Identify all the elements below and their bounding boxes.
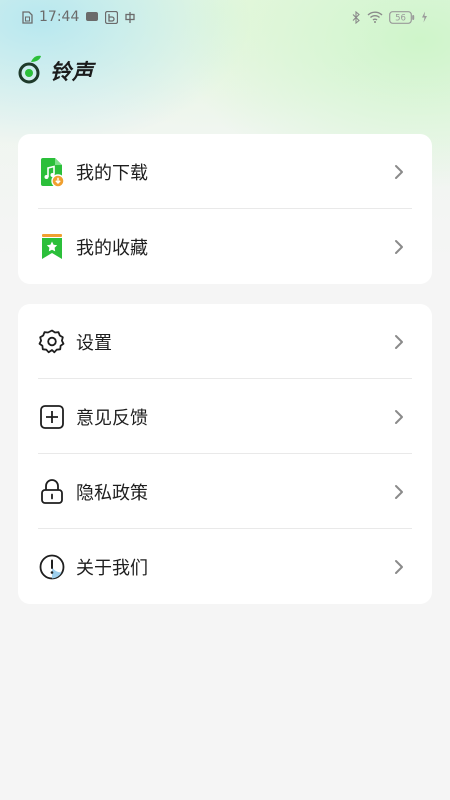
- app-brand: 铃声: [18, 54, 94, 88]
- music-note-leaf-icon: [18, 54, 44, 88]
- menu-label-settings: 设置: [76, 332, 112, 354]
- b-app-icon: [105, 10, 119, 24]
- zhong-app-icon: [124, 11, 136, 24]
- charging-icon: [421, 11, 428, 23]
- chevron-right-icon: [392, 239, 406, 255]
- info-circle-icon: [38, 553, 66, 581]
- battery-level: 56: [395, 13, 406, 23]
- chevron-right-icon: [392, 164, 406, 180]
- gear-icon: [38, 328, 66, 356]
- menu-label-about: 关于我们: [76, 557, 148, 579]
- status-time: 17:44: [39, 9, 80, 25]
- lock-icon: [38, 478, 66, 506]
- menu-label-feedback: 意见反馈: [76, 407, 148, 429]
- menu-item-feedback[interactable]: 意见反馈: [18, 379, 432, 454]
- chevron-right-icon: [392, 559, 406, 575]
- music-download-icon: [38, 157, 66, 187]
- menu-label-privacy: 隐私政策: [76, 482, 148, 504]
- menu-item-settings[interactable]: 设置: [18, 304, 432, 379]
- status-bar: 17:44 56: [0, 0, 450, 34]
- chevron-right-icon: [392, 484, 406, 500]
- menu-label-downloads: 我的下载: [76, 162, 148, 184]
- app-title: 铃声: [50, 60, 94, 84]
- status-right: 56: [352, 10, 428, 24]
- wifi-icon: [367, 11, 383, 23]
- message-icon: [85, 11, 99, 23]
- menu-card-general: 设置 意见反馈 隐私政策 关于我们: [18, 304, 432, 604]
- sim-icon: [22, 10, 33, 24]
- plus-square-icon: [38, 403, 66, 431]
- menu-label-favorites: 我的收藏: [76, 237, 148, 259]
- menu-item-downloads[interactable]: 我的下载: [18, 134, 432, 209]
- menu-card-library: 我的下载 我的收藏: [18, 134, 432, 284]
- menu-item-privacy[interactable]: 隐私政策: [18, 454, 432, 529]
- menu-item-about[interactable]: 关于我们: [18, 529, 432, 604]
- chevron-right-icon: [392, 409, 406, 425]
- status-left: 17:44: [22, 9, 136, 25]
- bookmark-star-icon: [38, 233, 66, 261]
- menu-item-favorites[interactable]: 我的收藏: [18, 209, 432, 284]
- bluetooth-icon: [352, 10, 361, 24]
- battery-icon: 56: [389, 10, 415, 24]
- chevron-right-icon: [392, 334, 406, 350]
